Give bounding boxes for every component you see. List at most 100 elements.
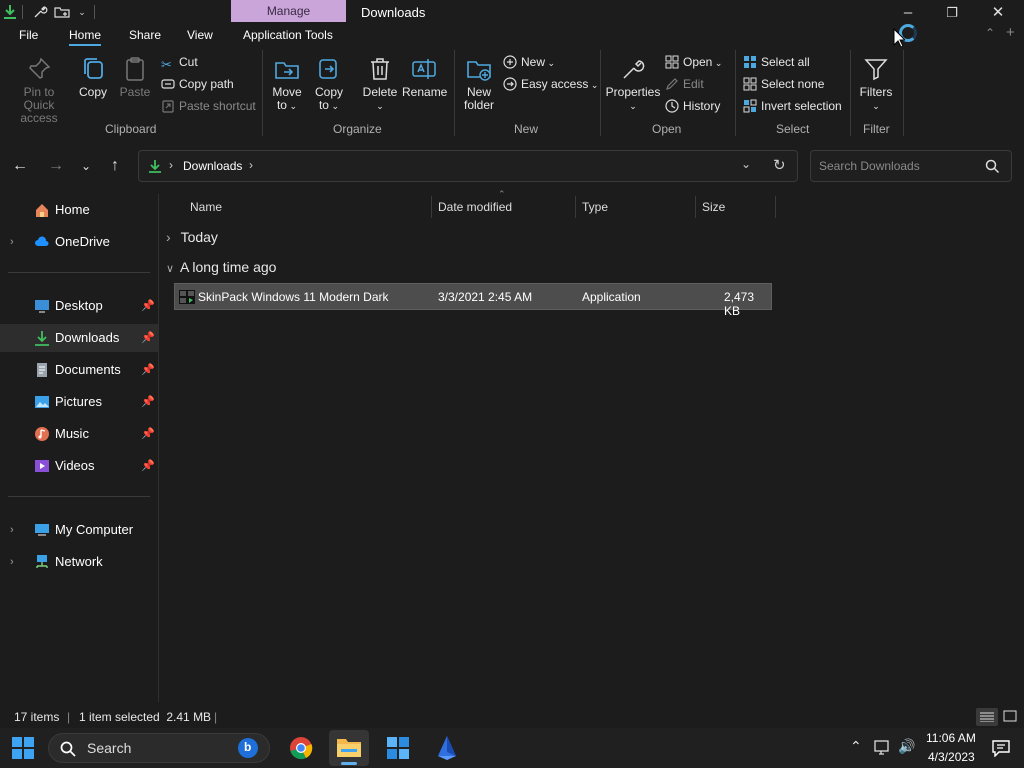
- tab-home[interactable]: Home: [69, 28, 102, 46]
- pane-divider[interactable]: [158, 194, 159, 702]
- delete-button[interactable]: Delete ⌄: [360, 56, 400, 113]
- pin-icon[interactable]: 📌: [141, 388, 155, 416]
- forward-button[interactable]: →: [46, 156, 66, 176]
- new-folder-icon[interactable]: [54, 4, 70, 20]
- sidebar-item-desktop[interactable]: Desktop 📌: [0, 292, 158, 320]
- sidebar-item-downloads[interactable]: Downloads 📌: [0, 324, 158, 352]
- select-none-button[interactable]: Select none: [743, 74, 824, 94]
- breadcrumb-downloads[interactable]: Downloads: [183, 159, 242, 173]
- rename-button[interactable]: Rename: [402, 56, 447, 99]
- column-resizer[interactable]: [775, 196, 776, 218]
- taskbar-file-explorer[interactable]: [329, 730, 369, 766]
- back-button[interactable]: ←: [10, 156, 30, 176]
- start-button[interactable]: [12, 737, 34, 759]
- network-icon: [36, 555, 48, 568]
- move-to-button[interactable]: Move to ⌄: [270, 56, 304, 113]
- sidebar-item-label: Music: [55, 426, 89, 441]
- properties-button[interactable]: Properties ⌄: [605, 56, 661, 113]
- sidebar-item-home[interactable]: Home: [0, 196, 158, 224]
- tab-share[interactable]: Share: [129, 28, 161, 42]
- window-title: Downloads: [361, 5, 426, 20]
- refresh-icon[interactable]: ↻: [773, 156, 786, 174]
- notification-icon[interactable]: [991, 739, 1011, 757]
- pin-icon[interactable]: 📌: [141, 292, 155, 320]
- taskbar-app-blue[interactable]: [427, 730, 467, 766]
- paste-shortcut-button[interactable]: Paste shortcut: [161, 96, 256, 116]
- column-header-size[interactable]: Size: [702, 200, 725, 214]
- bing-icon[interactable]: b: [238, 738, 258, 758]
- chevron-down-icon: ∨: [166, 263, 175, 275]
- show-hidden-icons-icon[interactable]: ⌃: [850, 738, 862, 755]
- taskbar-search[interactable]: Search b: [48, 733, 270, 763]
- history-button[interactable]: History: [665, 96, 720, 116]
- sidebar-item-music[interactable]: Music 📌: [0, 420, 158, 448]
- large-icons-view-icon[interactable]: [1003, 710, 1017, 722]
- chevron-right-icon[interactable]: ›: [10, 548, 14, 576]
- sidebar-item-documents[interactable]: Documents 📌: [0, 356, 158, 384]
- sidebar-item-pictures[interactable]: Pictures 📌: [0, 388, 158, 416]
- edit-button[interactable]: Edit: [665, 74, 704, 94]
- column-resizer[interactable]: [695, 196, 696, 218]
- clock-time[interactable]: 11:06 AM: [926, 731, 976, 745]
- details-view-button[interactable]: [976, 708, 998, 726]
- up-button[interactable]: ↑: [105, 156, 125, 176]
- sidebar-item-my-computer[interactable]: › My Computer: [0, 516, 158, 544]
- volume-icon[interactable]: 🔊: [898, 738, 915, 755]
- collapse-ribbon-icon[interactable]: ⌃: [985, 26, 995, 40]
- sidebar-item-onedrive[interactable]: › OneDrive: [0, 228, 158, 256]
- recent-locations-button[interactable]: ⌄: [76, 156, 96, 176]
- new-folder-button[interactable]: New folder: [460, 56, 498, 112]
- group-header-long-time-ago[interactable]: ∨ A long time ago: [166, 259, 276, 275]
- manage-context-tab[interactable]: Manage: [231, 0, 346, 22]
- search-icon[interactable]: [985, 159, 1000, 174]
- copy-path-button[interactable]: Copy path: [161, 74, 234, 94]
- column-resizer[interactable]: [575, 196, 576, 218]
- filters-button[interactable]: Filters ⌄: [856, 56, 896, 113]
- column-resizer[interactable]: [431, 196, 432, 218]
- network-status-icon[interactable]: [874, 740, 892, 756]
- sidebar-item-network[interactable]: › Network: [0, 548, 158, 576]
- pin-icon[interactable]: 📌: [141, 452, 155, 480]
- add-tab-icon[interactable]: +: [1006, 24, 1015, 41]
- clock-date[interactable]: 4/3/2023: [928, 750, 975, 764]
- copy-button[interactable]: Copy: [76, 56, 110, 99]
- open-button[interactable]: Open ⌄: [665, 52, 722, 72]
- breadcrumb-chevron-icon[interactable]: ›: [249, 158, 253, 172]
- invert-selection-button[interactable]: Invert selection: [743, 96, 842, 116]
- address-bar[interactable]: › Downloads › ⌄ ↻: [138, 150, 798, 182]
- restore-button[interactable]: ❐: [942, 4, 962, 22]
- taskbar-chrome[interactable]: [281, 730, 321, 766]
- close-button[interactable]: ✕: [988, 4, 1008, 22]
- group-header-today[interactable]: › Today: [166, 229, 218, 245]
- column-header-date-modified[interactable]: Date modified: [438, 200, 512, 214]
- search-box[interactable]: Search Downloads: [810, 150, 1012, 182]
- sidebar-item-label: Network: [55, 554, 103, 569]
- sidebar-item-videos[interactable]: Videos 📌: [0, 452, 158, 480]
- taskbar-windows-app[interactable]: [378, 730, 418, 766]
- chevron-right-icon[interactable]: ›: [10, 228, 14, 256]
- cut-button[interactable]: ✂ Cut: [161, 52, 198, 72]
- address-dropdown-icon[interactable]: ⌄: [741, 157, 751, 171]
- copy-to-button[interactable]: Copy to ⌄: [312, 56, 346, 113]
- pin-to-quick-access-button[interactable]: Pin to Quick access: [4, 56, 74, 125]
- chevron-right-icon[interactable]: ›: [10, 516, 14, 544]
- download-icon[interactable]: [2, 4, 18, 20]
- cloud-icon: [35, 236, 49, 246]
- minimize-button[interactable]: –: [898, 4, 918, 22]
- column-header-name[interactable]: Name: [190, 200, 222, 214]
- new-item-button[interactable]: New ⌄: [503, 52, 555, 72]
- tab-application-tools[interactable]: Application Tools: [243, 28, 333, 42]
- tab-view[interactable]: View: [187, 28, 213, 42]
- pin-icon[interactable]: 📌: [141, 356, 155, 384]
- easy-access-button[interactable]: Easy access ⌄: [503, 74, 598, 94]
- paste-button[interactable]: Paste: [118, 56, 152, 99]
- column-header-type[interactable]: Type: [582, 200, 608, 214]
- properties-icon[interactable]: [32, 4, 48, 20]
- file-row[interactable]: SkinPack Windows 11 Modern Dark 3/3/2021…: [174, 283, 772, 318]
- chevron-down-icon[interactable]: ⌄: [74, 4, 90, 20]
- tab-file[interactable]: File: [19, 28, 38, 42]
- pin-icon[interactable]: 📌: [141, 324, 155, 352]
- pin-icon[interactable]: 📌: [141, 420, 155, 448]
- search-input[interactable]: Search Downloads: [819, 159, 920, 173]
- select-all-button[interactable]: Select all: [743, 52, 810, 72]
